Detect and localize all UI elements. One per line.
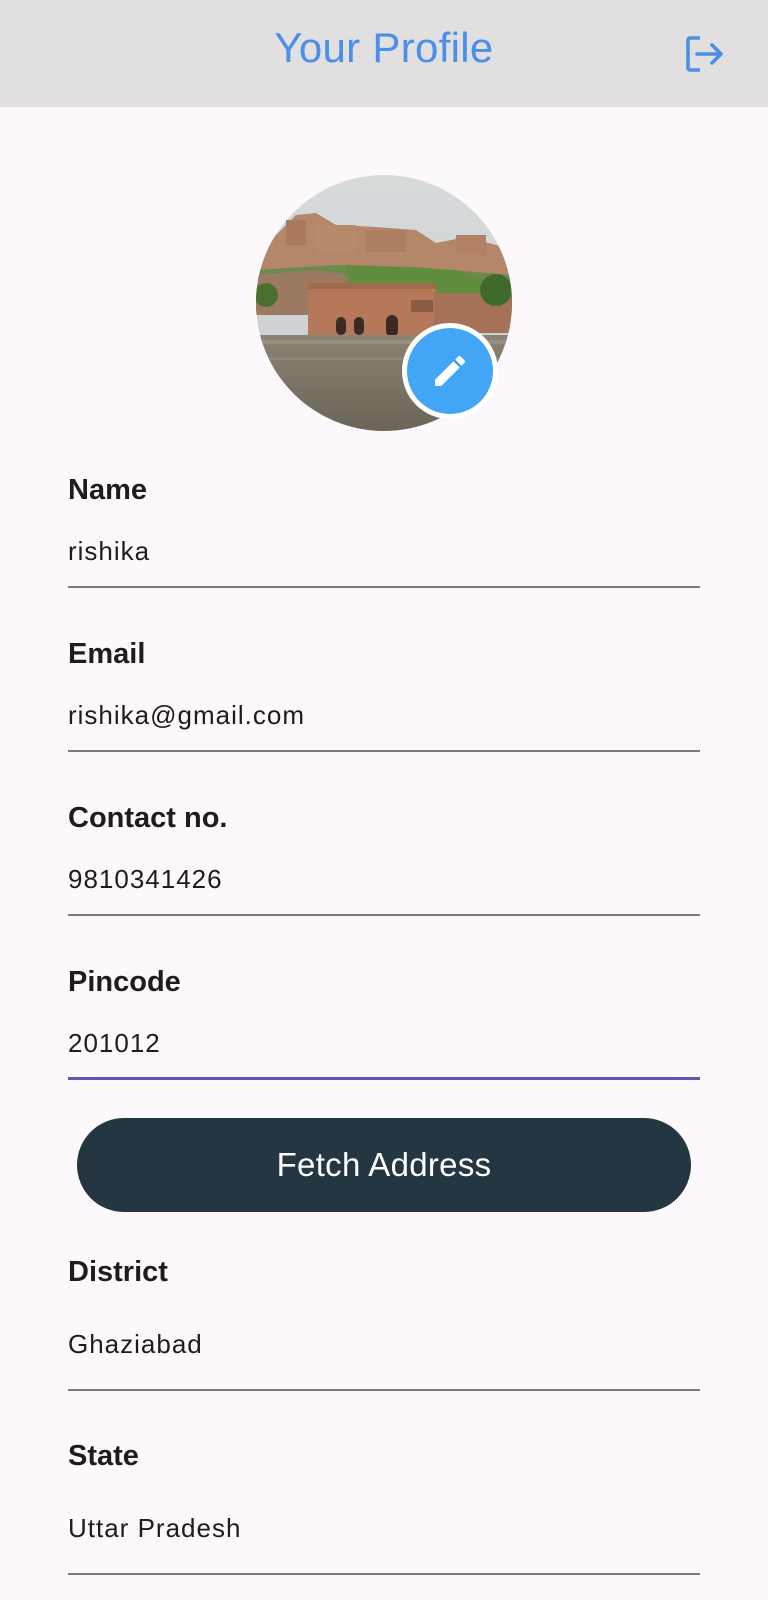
logout-icon[interactable] (680, 30, 728, 78)
avatar-container (256, 175, 512, 431)
pincode-label: Pincode (68, 966, 181, 998)
district-underline (68, 1389, 700, 1391)
page-title: Your Profile (274, 24, 494, 71)
pincode-field[interactable]: Pincode 201012 (68, 966, 700, 1082)
contact-underline (68, 914, 700, 916)
district-field[interactable]: District Ghaziabad (68, 1256, 700, 1392)
district-label: District (68, 1256, 168, 1288)
name-value[interactable]: rishika (68, 536, 150, 567)
email-underline (68, 750, 700, 752)
pencil-icon (435, 355, 466, 386)
contact-field[interactable]: Contact no. 9810341426 (68, 802, 700, 918)
contact-label: Contact no. (68, 802, 228, 834)
state-value[interactable]: Uttar Pradesh (68, 1513, 241, 1544)
edit-photo-button[interactable] (402, 323, 498, 419)
fetch-address-button[interactable]: Fetch Address (77, 1118, 691, 1212)
email-value[interactable]: rishika@gmail.com (68, 700, 305, 731)
pincode-value[interactable]: 201012 (68, 1028, 161, 1059)
name-label: Name (68, 474, 147, 506)
state-label: State (68, 1440, 139, 1472)
contact-value[interactable]: 9810341426 (68, 864, 223, 895)
email-field[interactable]: Email rishika@gmail.com (68, 638, 700, 754)
state-field[interactable]: State Uttar Pradesh (68, 1440, 700, 1576)
app-bar: Your Profile (0, 0, 768, 107)
district-value[interactable]: Ghaziabad (68, 1329, 203, 1360)
state-underline (68, 1573, 700, 1575)
edit-photo-circle (407, 328, 493, 414)
name-field[interactable]: Name rishika (68, 474, 700, 590)
pincode-underline (68, 1077, 700, 1080)
email-label: Email (68, 638, 146, 670)
name-underline (68, 586, 700, 588)
